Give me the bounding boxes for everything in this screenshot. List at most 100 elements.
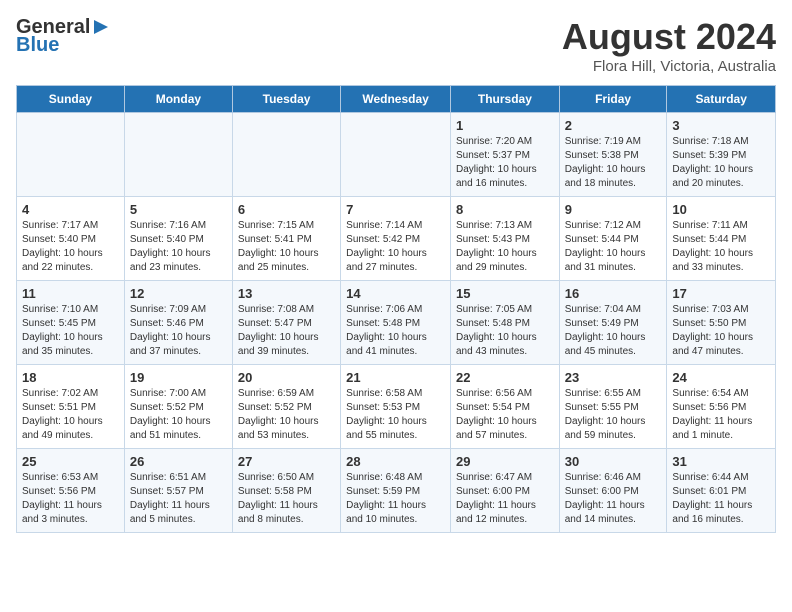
weekday-header-friday: Friday xyxy=(559,86,667,113)
weekday-header-thursday: Thursday xyxy=(450,86,559,113)
logo-arrow-icon xyxy=(90,16,112,38)
calendar-cell xyxy=(17,113,125,197)
day-detail: Sunrise: 7:04 AMSunset: 5:49 PMDaylight:… xyxy=(565,303,662,359)
calendar-cell: 17 Sunrise: 7:03 AMSunset: 5:50 PMDayligh… xyxy=(667,281,776,365)
calendar-cell: 24 Sunrise: 6:54 AMSunset: 5:56 PMDayligh… xyxy=(667,365,776,449)
day-number: 17 xyxy=(672,286,770,301)
day-number: 22 xyxy=(456,370,554,385)
calendar-week-row: 1Sunrise: 7:20 AMSunset: 5:37 PMDaylight… xyxy=(17,113,776,197)
calendar-cell: 2 Sunrise: 7:19 AMSunset: 5:38 PMDaylight… xyxy=(559,113,667,197)
day-detail: Sunrise: 7:16 AMSunset: 5:40 PMDaylight:… xyxy=(130,219,227,275)
day-number: 31 xyxy=(672,454,770,469)
day-number: 2 xyxy=(565,118,662,133)
header: General Blue August 2024 Flora Hill, Vic… xyxy=(16,16,776,75)
day-detail: Sunrise: 7:18 AMSunset: 5:39 PMDaylight:… xyxy=(672,135,770,191)
day-detail: Sunrise: 6:48 AMSunset: 5:59 PMDaylight:… xyxy=(346,471,445,527)
logo: General Blue xyxy=(16,16,112,56)
day-detail: Sunrise: 7:12 AMSunset: 5:44 PMDaylight:… xyxy=(565,219,662,275)
day-detail: Sunrise: 7:10 AMSunset: 5:45 PMDaylight:… xyxy=(22,303,119,359)
day-detail: Sunrise: 6:54 AMSunset: 5:56 PMDaylight:… xyxy=(672,387,770,443)
calendar-cell: 12 Sunrise: 7:09 AMSunset: 5:46 PMDayligh… xyxy=(124,281,232,365)
day-number: 30 xyxy=(565,454,662,469)
day-number: 3 xyxy=(672,118,770,133)
calendar-cell: 3 Sunrise: 7:18 AMSunset: 5:39 PMDaylight… xyxy=(667,113,776,197)
day-number: 19 xyxy=(130,370,227,385)
calendar-cell: 23 Sunrise: 6:55 AMSunset: 5:55 PMDayligh… xyxy=(559,365,667,449)
day-detail: Sunrise: 6:53 AMSunset: 5:56 PMDaylight:… xyxy=(22,471,119,527)
calendar-cell: 16Sunrise: 7:04 AMSunset: 5:49 PMDayligh… xyxy=(559,281,667,365)
day-number: 9 xyxy=(565,202,662,217)
calendar-cell xyxy=(232,113,340,197)
calendar-cell: 14 Sunrise: 7:06 AMSunset: 5:48 PMDayligh… xyxy=(341,281,451,365)
day-detail: Sunrise: 7:19 AMSunset: 5:38 PMDaylight:… xyxy=(565,135,662,191)
calendar-cell: 7Sunrise: 7:14 AMSunset: 5:42 PMDaylight… xyxy=(341,197,451,281)
calendar-cell: 11 Sunrise: 7:10 AMSunset: 5:45 PMDayligh… xyxy=(17,281,125,365)
calendar-cell: 28Sunrise: 6:48 AMSunset: 5:59 PMDayligh… xyxy=(341,449,451,533)
calendar-week-row: 11 Sunrise: 7:10 AMSunset: 5:45 PMDayligh… xyxy=(17,281,776,365)
day-detail: Sunrise: 7:15 AMSunset: 5:41 PMDaylight:… xyxy=(238,219,335,275)
page-title: August 2024 xyxy=(562,16,776,58)
weekday-header-monday: Monday xyxy=(124,86,232,113)
day-detail: Sunrise: 7:17 AMSunset: 5:40 PMDaylight:… xyxy=(22,219,119,275)
day-number: 10 xyxy=(672,202,770,217)
weekday-header-saturday: Saturday xyxy=(667,86,776,113)
day-number: 24 xyxy=(672,370,770,385)
title-area: August 2024 Flora Hill, Victoria, Austra… xyxy=(562,16,776,75)
calendar-cell: 4Sunrise: 7:17 AMSunset: 5:40 PMDaylight… xyxy=(17,197,125,281)
day-detail: Sunrise: 6:51 AMSunset: 5:57 PMDaylight:… xyxy=(130,471,227,527)
day-detail: Sunrise: 7:09 AMSunset: 5:46 PMDaylight:… xyxy=(130,303,227,359)
calendar-cell: 31 Sunrise: 6:44 AMSunset: 6:01 PMDayligh… xyxy=(667,449,776,533)
day-detail: Sunrise: 7:11 AMSunset: 5:44 PMDaylight:… xyxy=(672,219,770,275)
day-detail: Sunrise: 6:56 AMSunset: 5:54 PMDaylight:… xyxy=(456,387,554,443)
day-detail: Sunrise: 7:14 AMSunset: 5:42 PMDaylight:… xyxy=(346,219,445,275)
calendar-week-row: 25Sunrise: 6:53 AMSunset: 5:56 PMDayligh… xyxy=(17,449,776,533)
weekday-header-row: SundayMondayTuesdayWednesdayThursdayFrid… xyxy=(17,86,776,113)
day-detail: Sunrise: 7:06 AMSunset: 5:48 PMDaylight:… xyxy=(346,303,445,359)
day-detail: Sunrise: 7:00 AMSunset: 5:52 PMDaylight:… xyxy=(130,387,227,443)
calendar-week-row: 18Sunrise: 7:02 AMSunset: 5:51 PMDayligh… xyxy=(17,365,776,449)
day-number: 11 xyxy=(22,286,119,301)
day-number: 14 xyxy=(346,286,445,301)
day-number: 20 xyxy=(238,370,335,385)
calendar-cell: 27 Sunrise: 6:50 AMSunset: 5:58 PMDayligh… xyxy=(232,449,340,533)
calendar-body: 1Sunrise: 7:20 AMSunset: 5:37 PMDaylight… xyxy=(17,113,776,533)
calendar-cell: 15Sunrise: 7:05 AMSunset: 5:48 PMDayligh… xyxy=(450,281,559,365)
calendar-cell: 22 Sunrise: 6:56 AMSunset: 5:54 PMDayligh… xyxy=(450,365,559,449)
calendar-cell: 6 Sunrise: 7:15 AMSunset: 5:41 PMDaylight… xyxy=(232,197,340,281)
day-number: 29 xyxy=(456,454,554,469)
day-detail: Sunrise: 6:46 AMSunset: 6:00 PMDaylight:… xyxy=(565,471,662,527)
calendar-cell: 19 Sunrise: 7:00 AMSunset: 5:52 PMDayligh… xyxy=(124,365,232,449)
day-number: 6 xyxy=(238,202,335,217)
day-number: 18 xyxy=(22,370,119,385)
day-number: 13 xyxy=(238,286,335,301)
day-detail: Sunrise: 6:50 AMSunset: 5:58 PMDaylight:… xyxy=(238,471,335,527)
day-number: 26 xyxy=(130,454,227,469)
calendar-cell: 18Sunrise: 7:02 AMSunset: 5:51 PMDayligh… xyxy=(17,365,125,449)
weekday-header-sunday: Sunday xyxy=(17,86,125,113)
calendar-cell: 25Sunrise: 6:53 AMSunset: 5:56 PMDayligh… xyxy=(17,449,125,533)
day-detail: Sunrise: 6:59 AMSunset: 5:52 PMDaylight:… xyxy=(238,387,335,443)
page-subtitle: Flora Hill, Victoria, Australia xyxy=(562,58,776,75)
day-detail: Sunrise: 7:13 AMSunset: 5:43 PMDaylight:… xyxy=(456,219,554,275)
calendar-week-row: 4Sunrise: 7:17 AMSunset: 5:40 PMDaylight… xyxy=(17,197,776,281)
calendar-cell: 9 Sunrise: 7:12 AMSunset: 5:44 PMDaylight… xyxy=(559,197,667,281)
day-number: 27 xyxy=(238,454,335,469)
calendar-cell: 21Sunrise: 6:58 AMSunset: 5:53 PMDayligh… xyxy=(341,365,451,449)
calendar-cell: 20 Sunrise: 6:59 AMSunset: 5:52 PMDayligh… xyxy=(232,365,340,449)
calendar-cell: 5Sunrise: 7:16 AMSunset: 5:40 PMDaylight… xyxy=(124,197,232,281)
day-number: 12 xyxy=(130,286,227,301)
day-detail: Sunrise: 6:44 AMSunset: 6:01 PMDaylight:… xyxy=(672,471,770,527)
calendar-cell: 29 Sunrise: 6:47 AMSunset: 6:00 PMDayligh… xyxy=(450,449,559,533)
day-detail: Sunrise: 7:03 AMSunset: 5:50 PMDaylight:… xyxy=(672,303,770,359)
day-number: 23 xyxy=(565,370,662,385)
day-detail: Sunrise: 6:55 AMSunset: 5:55 PMDaylight:… xyxy=(565,387,662,443)
day-detail: Sunrise: 7:08 AMSunset: 5:47 PMDaylight:… xyxy=(238,303,335,359)
calendar-cell: 26 Sunrise: 6:51 AMSunset: 5:57 PMDayligh… xyxy=(124,449,232,533)
calendar-cell: 13 Sunrise: 7:08 AMSunset: 5:47 PMDayligh… xyxy=(232,281,340,365)
weekday-header-tuesday: Tuesday xyxy=(232,86,340,113)
calendar-table: SundayMondayTuesdayWednesdayThursdayFrid… xyxy=(16,85,776,533)
day-number: 1 xyxy=(456,118,554,133)
day-detail: Sunrise: 6:47 AMSunset: 6:00 PMDaylight:… xyxy=(456,471,554,527)
day-number: 21 xyxy=(346,370,445,385)
calendar-cell: 8Sunrise: 7:13 AMSunset: 5:43 PMDaylight… xyxy=(450,197,559,281)
